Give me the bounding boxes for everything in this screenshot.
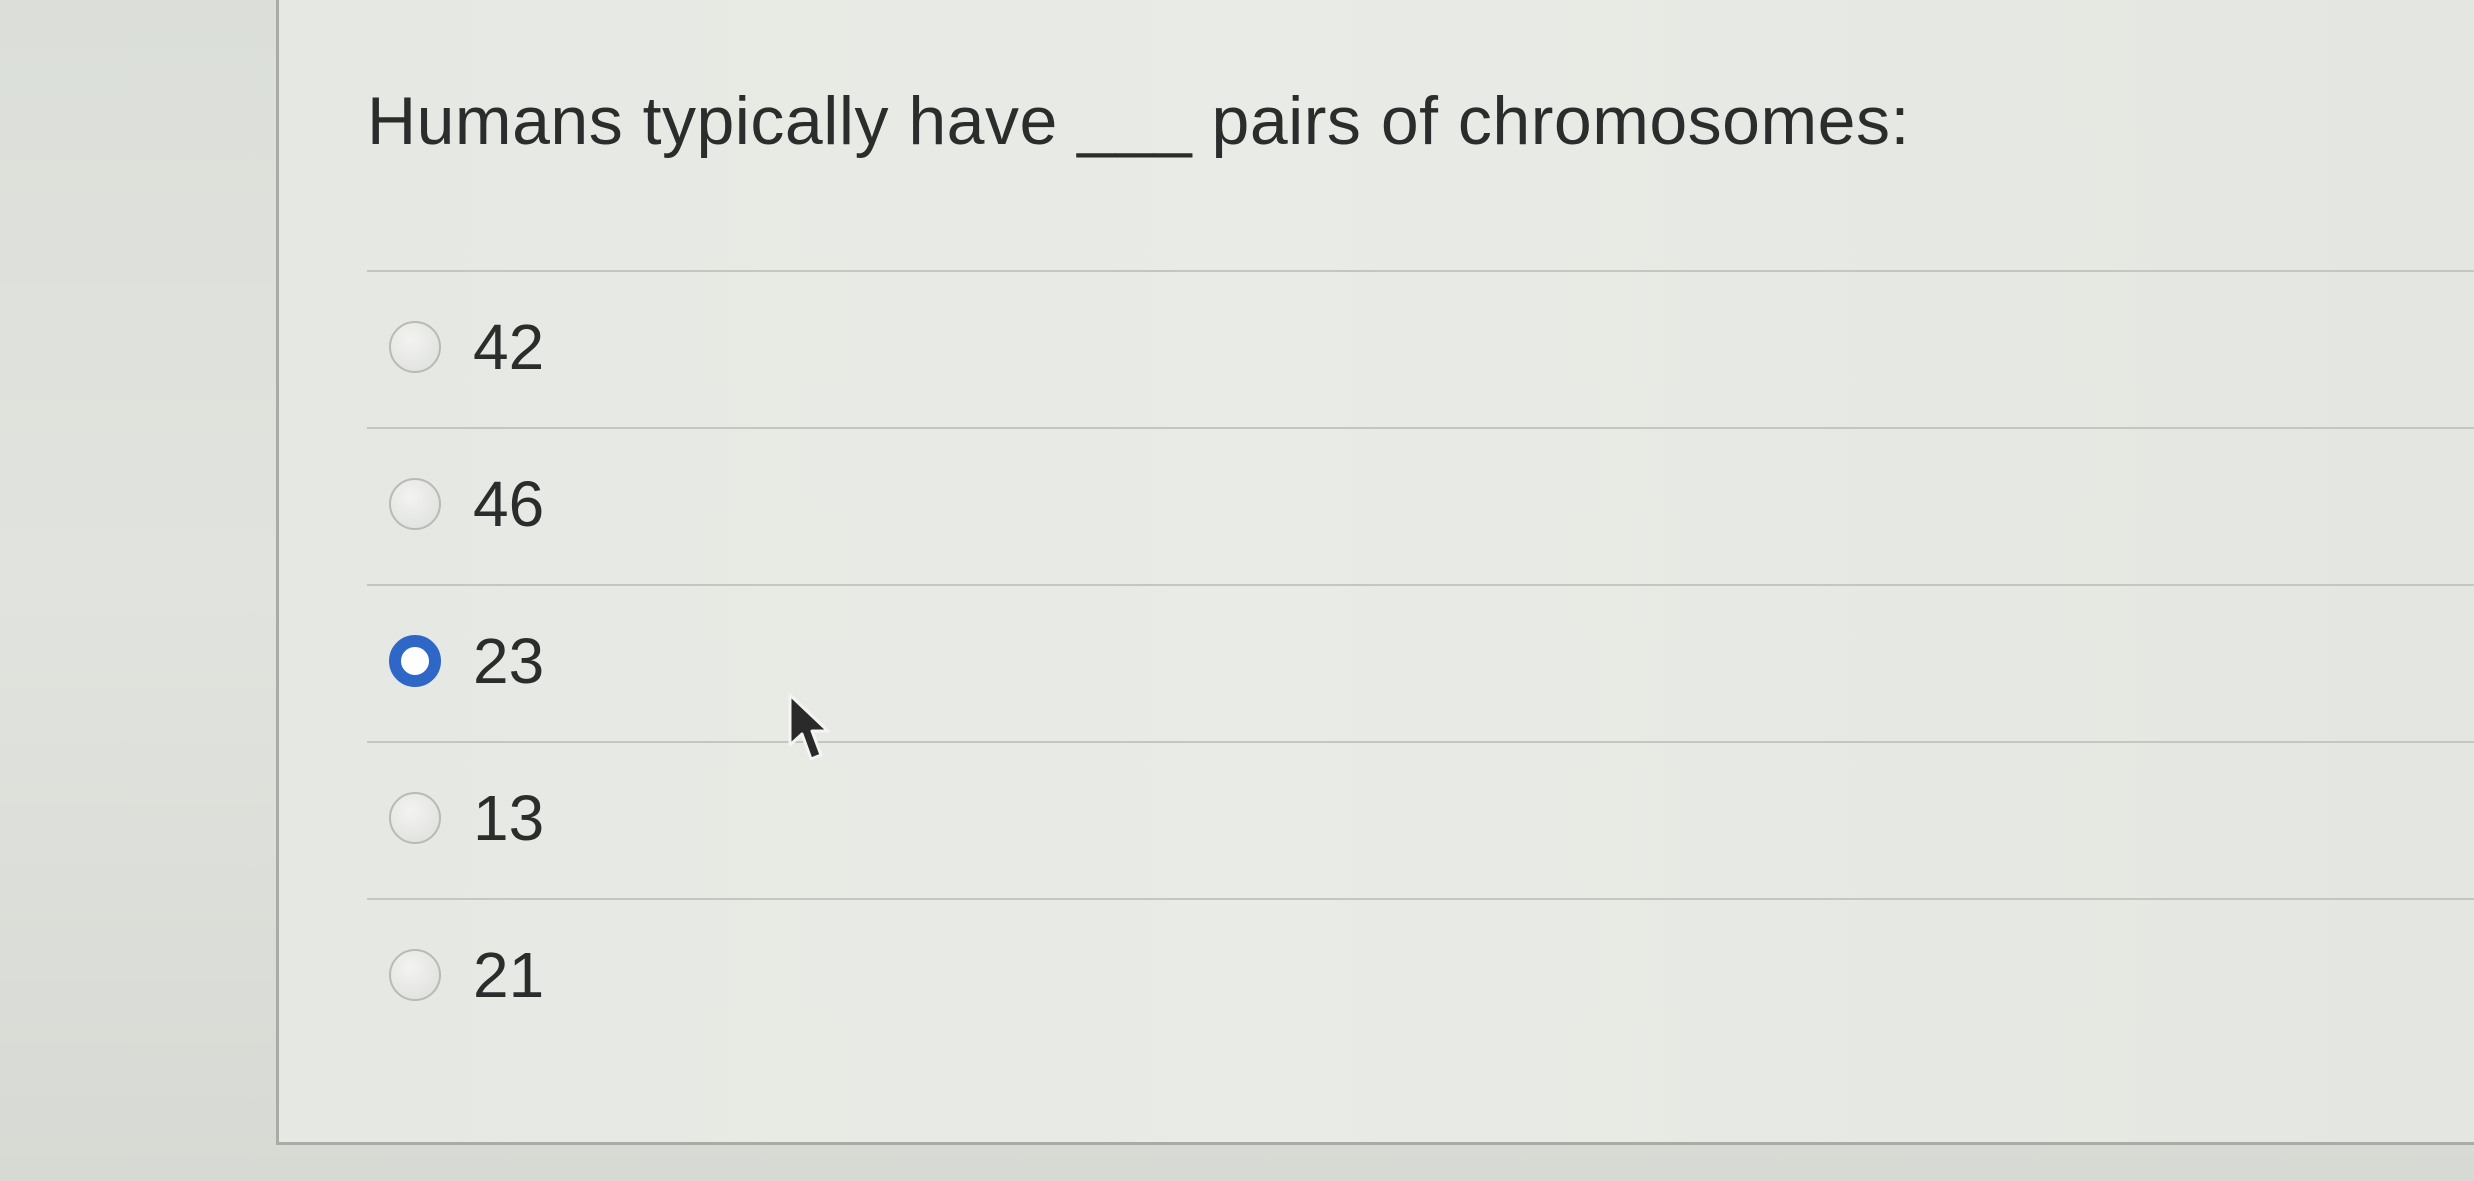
radio-button-selected[interactable] [389,635,441,687]
answer-options: 42 46 23 13 21 [367,270,2474,1055]
answer-option[interactable]: 46 [367,427,2474,584]
radio-button[interactable] [389,792,441,844]
option-label: 13 [473,782,545,854]
option-label: 23 [473,625,545,697]
answer-option[interactable]: 21 [367,898,2474,1055]
option-label: 46 [473,468,545,540]
page: Humans typically have ___ pairs of chrom… [0,0,2474,1181]
option-label: 21 [473,939,545,1011]
answer-option[interactable]: 42 [367,270,2474,427]
radio-button[interactable] [389,949,441,1001]
question-text: Humans typically have ___ pairs of chrom… [367,83,1910,159]
radio-button[interactable] [389,478,441,530]
option-label: 42 [473,311,545,383]
answer-option-selected[interactable]: 23 [367,584,2474,741]
question-card: Humans typically have ___ pairs of chrom… [276,0,2474,1145]
radio-button[interactable] [389,321,441,373]
answer-option[interactable]: 13 [367,741,2474,898]
arrow-cursor-icon [788,693,830,761]
